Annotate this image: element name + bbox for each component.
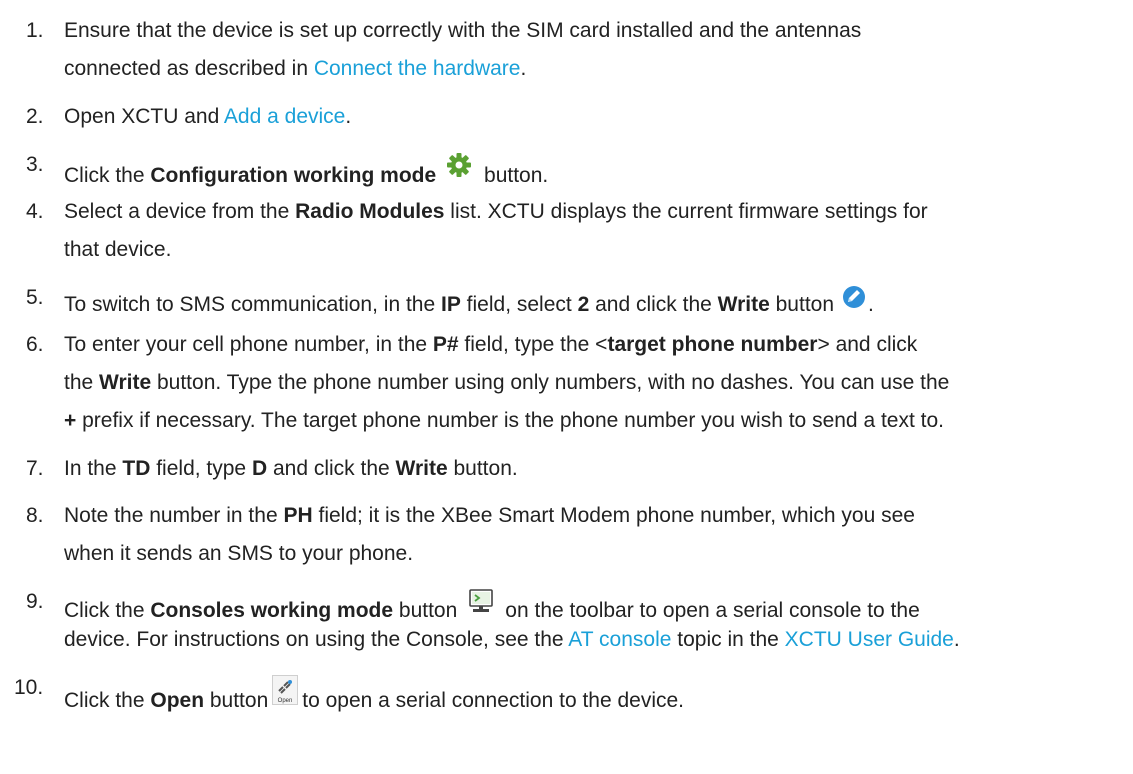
- ui-term: Open: [150, 689, 205, 712]
- step-text: device. For instructions on using the Co…: [64, 628, 569, 651]
- step-text-line: device. For instructions on using the Co…: [64, 627, 960, 653]
- step-text: Click the: [64, 689, 151, 712]
- step-text: button: [204, 689, 269, 712]
- doc-link[interactable]: XCTU User Guide: [785, 628, 954, 651]
- gear-icon: [446, 152, 472, 178]
- step-text: Ensure that the device is set up correct…: [64, 19, 862, 42]
- step-text: > and click: [817, 333, 918, 356]
- ui-term: IP: [441, 293, 461, 316]
- step-text: button.: [478, 164, 549, 187]
- step-text-line: Note the number in the PH field; it is t…: [64, 503, 915, 529]
- ui-term: 2: [577, 293, 590, 316]
- step-text: .: [345, 105, 352, 128]
- step-number: 5.: [26, 286, 44, 309]
- ui-term: TD: [122, 457, 151, 480]
- step-text-line: To switch to SMS communication, in the I…: [64, 285, 874, 318]
- step-number: 4.: [26, 200, 44, 223]
- step-text: Select a device from the: [64, 200, 296, 223]
- step-text: To switch to SMS communication, in the: [64, 293, 441, 316]
- step-text-line: Click the Consoles working mode button on…: [64, 589, 920, 624]
- step-text: field, type the <: [458, 333, 608, 356]
- step-text-line: In the TD field, type D and click the Wr…: [64, 456, 518, 482]
- console-monitor-icon: [467, 589, 495, 615]
- open-connection-icon: Open: [272, 675, 299, 705]
- ui-term: P#: [432, 333, 459, 356]
- step-text: that device.: [64, 238, 172, 261]
- step-text: and click the: [589, 293, 718, 316]
- step-text-line: + prefix if necessary. The target phone …: [64, 408, 944, 434]
- step-text: .: [520, 57, 527, 80]
- step-text: Click the: [64, 164, 151, 187]
- ui-term: Radio Modules: [295, 200, 445, 223]
- doc-link[interactable]: AT console: [568, 628, 671, 651]
- step-text: Open XCTU and: [64, 105, 224, 128]
- step-number: 6.: [26, 333, 44, 356]
- step-text-line: Select a device from the Radio Modules l…: [64, 199, 928, 225]
- step-text: when it sends an SMS to your phone.: [64, 542, 414, 565]
- doc-link[interactable]: Connect the hardware: [314, 57, 521, 80]
- step-number: 2.: [26, 105, 44, 128]
- step-text: To enter your cell phone number, in the: [64, 333, 433, 356]
- step-text: field, select: [460, 293, 578, 316]
- ui-term: Write: [717, 293, 770, 316]
- step-text: button: [769, 293, 835, 316]
- step-text: button.: [447, 457, 518, 480]
- step-text: prefix if necessary. The target phone nu…: [76, 409, 944, 432]
- step-number: 8.: [26, 504, 44, 527]
- step-number: 3.: [26, 153, 44, 176]
- ui-term: Write: [99, 371, 152, 394]
- step-text-line: Ensure that the device is set up correct…: [64, 18, 861, 44]
- step-text: connected as described in: [64, 57, 314, 80]
- step-text: and click the: [267, 457, 396, 480]
- step-text-line: Click the Configuration working mode but…: [64, 152, 548, 189]
- step-number: 9.: [26, 590, 44, 613]
- step-text-line: that device.: [64, 237, 171, 263]
- svg-text:Open: Open: [278, 698, 293, 704]
- step-text: field; it is the XBee Smart Modem phone …: [312, 504, 915, 527]
- ui-term: Consoles working mode: [150, 599, 394, 622]
- step-text: on the toolbar to open a serial console …: [505, 599, 920, 622]
- instruction-steps: 1. Ensure that the device is set up corre…: [0, 0, 1133, 774]
- write-pencil-icon: [842, 285, 866, 309]
- ui-term: +: [64, 409, 77, 432]
- step-text: Note the number in the: [64, 504, 284, 527]
- step-text: .: [953, 628, 960, 651]
- step-text-line: Open XCTU and Add a device.: [64, 104, 351, 130]
- ui-term: Configuration working mode: [150, 164, 437, 187]
- step-text-line: connected as described in Connect the ha…: [64, 56, 526, 82]
- step-text: topic in the: [671, 628, 785, 651]
- step-text: In the: [64, 457, 123, 480]
- step-text: Click the: [64, 599, 151, 622]
- ui-term: PH: [283, 504, 313, 527]
- step-text: the: [64, 371, 100, 394]
- step-text: field, type: [150, 457, 252, 480]
- step-text: list. XCTU displays the current firmware…: [444, 200, 928, 223]
- step-number: 10.: [14, 676, 44, 699]
- step-text-line: when it sends an SMS to your phone.: [64, 541, 413, 567]
- ui-term: Write: [395, 457, 448, 480]
- step-number: 1.: [26, 19, 44, 42]
- doc-link[interactable]: Add a device: [224, 105, 345, 128]
- ui-term: target phone number: [607, 333, 818, 356]
- ui-term: D: [251, 457, 268, 480]
- step-text-line: To enter your cell phone number, in the …: [64, 332, 917, 358]
- step-text-line: Click the Open button Open to open a seria…: [64, 675, 684, 714]
- step-text: button. Type the phone number using only…: [151, 371, 950, 394]
- step-text: button: [393, 599, 458, 622]
- step-text: to open a serial connection to the devic…: [302, 689, 685, 712]
- step-text-line: the Write button. Type the phone number …: [64, 370, 949, 396]
- step-text: .: [868, 293, 874, 316]
- step-number: 7.: [26, 457, 44, 480]
